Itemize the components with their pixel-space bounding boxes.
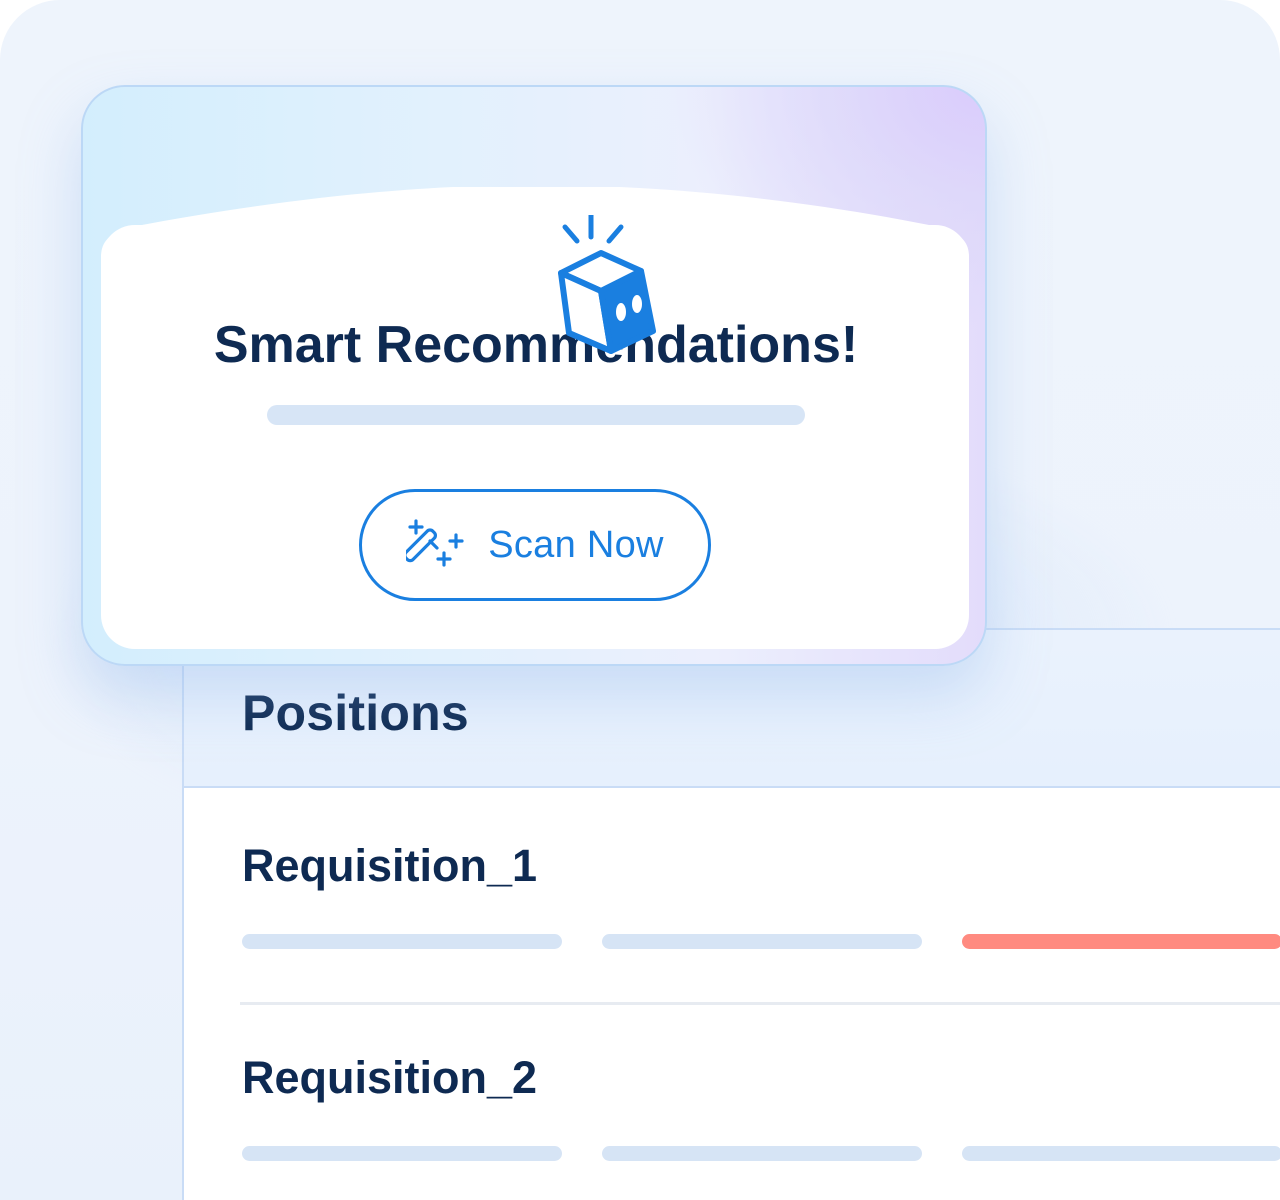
scan-now-button[interactable]: Scan Now: [359, 489, 711, 601]
app-canvas: Positions Requisition_1 Requisition_2 Sm…: [0, 0, 1280, 1200]
scan-now-label: Scan Now: [488, 523, 664, 566]
requisition-1-alert-bar: [962, 934, 1280, 949]
smart-recommendations-card: Smart Recommendations! Scan Now: [81, 85, 987, 666]
requisition-1-bar-2: [602, 934, 922, 949]
row-divider: [240, 1002, 1280, 1005]
requisition-2-bar-1: [242, 1146, 562, 1161]
requisition-1-bar-1: [242, 934, 562, 949]
card-title: Smart Recommendations!: [213, 316, 859, 374]
card-subtitle-placeholder: [267, 405, 805, 425]
requisition-2-name[interactable]: Requisition_2: [242, 1052, 537, 1104]
magic-wand-icon: [406, 519, 464, 567]
robot-cube-icon: [558, 215, 656, 354]
requisition-1-name[interactable]: Requisition_1: [242, 840, 537, 892]
positions-title: Positions: [242, 685, 469, 741]
requisition-2-bar-2: [602, 1146, 922, 1161]
requisition-2-bar-3: [962, 1146, 1280, 1161]
positions-panel: Positions Requisition_1 Requisition_2: [182, 628, 1280, 1200]
